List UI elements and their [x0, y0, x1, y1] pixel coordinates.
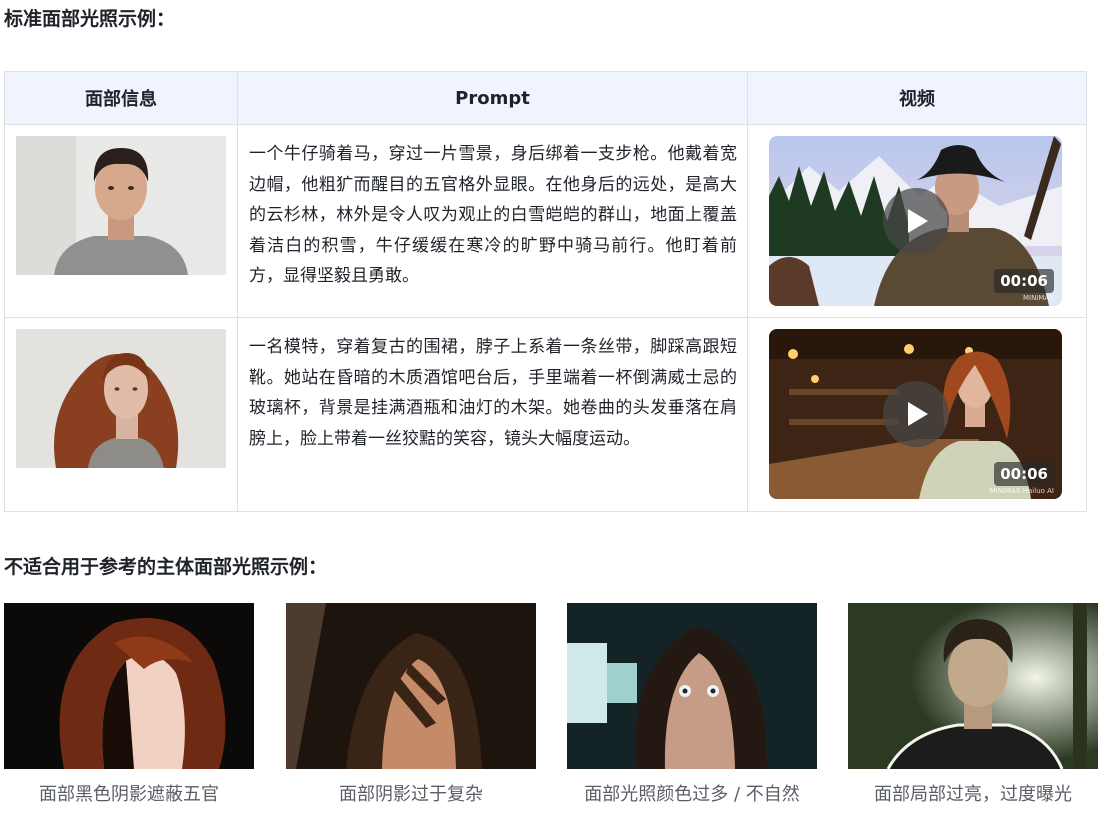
play-button[interactable] — [883, 188, 949, 254]
unsuitable-example-unnatural-color: 面部光照颜色过多 / 不自然 — [567, 603, 817, 805]
unsuitable-example-dark-shadow: 面部黑色阴影遮蔽五官 — [4, 603, 254, 805]
header-prompt: Prompt — [237, 71, 748, 125]
standard-examples-title: 标准面部光照示例： — [4, 8, 176, 30]
face-photo-red-haired-woman — [16, 329, 226, 468]
face-cell — [4, 124, 238, 318]
example-caption: 面部光照颜色过多 / 不自然 — [584, 784, 800, 805]
video-duration: 00:06 — [994, 462, 1054, 486]
video-duration: 00:06 — [994, 269, 1054, 293]
example-photo — [848, 603, 1098, 769]
example-photo — [567, 603, 817, 769]
unsuitable-example-complex-shadow: 面部阴影过于复杂 — [286, 603, 536, 805]
video-cell: 00:06 MINIMAX — [747, 124, 1087, 318]
example-caption: 面部黑色阴影遮蔽五官 — [39, 784, 219, 805]
prompt-text: 一个牛仔骑着马，穿过一片雪景，身后绑着一支步枪。他戴着宽边帽，他粗犷而醒目的五官… — [249, 144, 737, 286]
example-photo — [4, 603, 254, 769]
unsuitable-examples-title: 不适合用于参考的主体面部光照示例： — [4, 556, 328, 578]
video-thumbnail-cowboy[interactable]: 00:06 MINIMAX — [769, 136, 1062, 306]
lighting-examples-table: 面部信息 Prompt 视频 一个牛仔骑着马，穿过一片雪景，身后绑着一支步枪。他… — [4, 71, 1087, 512]
example-caption: 面部局部过亮，过度曝光 — [874, 784, 1072, 805]
header-face-info: 面部信息 — [4, 71, 238, 125]
table-row: 一名模特，穿着复古的围裙，脖子上系着一条丝带，脚踩高跟短靴。她站在昏暗的木质酒馆… — [4, 317, 1087, 512]
play-icon — [908, 209, 928, 233]
video-cell: 00:06 MINIMAX Hailuo AI — [747, 317, 1087, 512]
face-cell — [4, 317, 238, 512]
prompt-text: 一名模特，穿着复古的围裙，脖子上系着一条丝带，脚踩高跟短靴。她站在昏暗的木质酒馆… — [249, 337, 737, 449]
play-button[interactable] — [883, 381, 949, 447]
video-thumbnail-tavern[interactable]: 00:06 MINIMAX Hailuo AI — [769, 329, 1062, 499]
unsuitable-example-overexposed: 面部局部过亮，过度曝光 — [848, 603, 1098, 805]
video-watermark: MINIMAX Hailuo AI — [989, 487, 1055, 495]
example-caption: 面部阴影过于复杂 — [339, 784, 483, 805]
face-photo-young-man — [16, 136, 226, 275]
video-watermark: MINIMAX — [1022, 294, 1054, 302]
table-header-row: 面部信息 Prompt 视频 — [4, 71, 1087, 125]
prompt-cell: 一个牛仔骑着马，穿过一片雪景，身后绑着一支步枪。他戴着宽边帽，他粗犷而醒目的五官… — [237, 124, 748, 318]
example-photo — [286, 603, 536, 769]
table-row: 一个牛仔骑着马，穿过一片雪景，身后绑着一支步枪。他戴着宽边帽，他粗犷而醒目的五官… — [4, 124, 1087, 318]
prompt-cell: 一名模特，穿着复古的围裙，脖子上系着一条丝带，脚踩高跟短靴。她站在昏暗的木质酒馆… — [237, 317, 748, 512]
header-video: 视频 — [747, 71, 1087, 125]
play-icon — [908, 402, 928, 426]
